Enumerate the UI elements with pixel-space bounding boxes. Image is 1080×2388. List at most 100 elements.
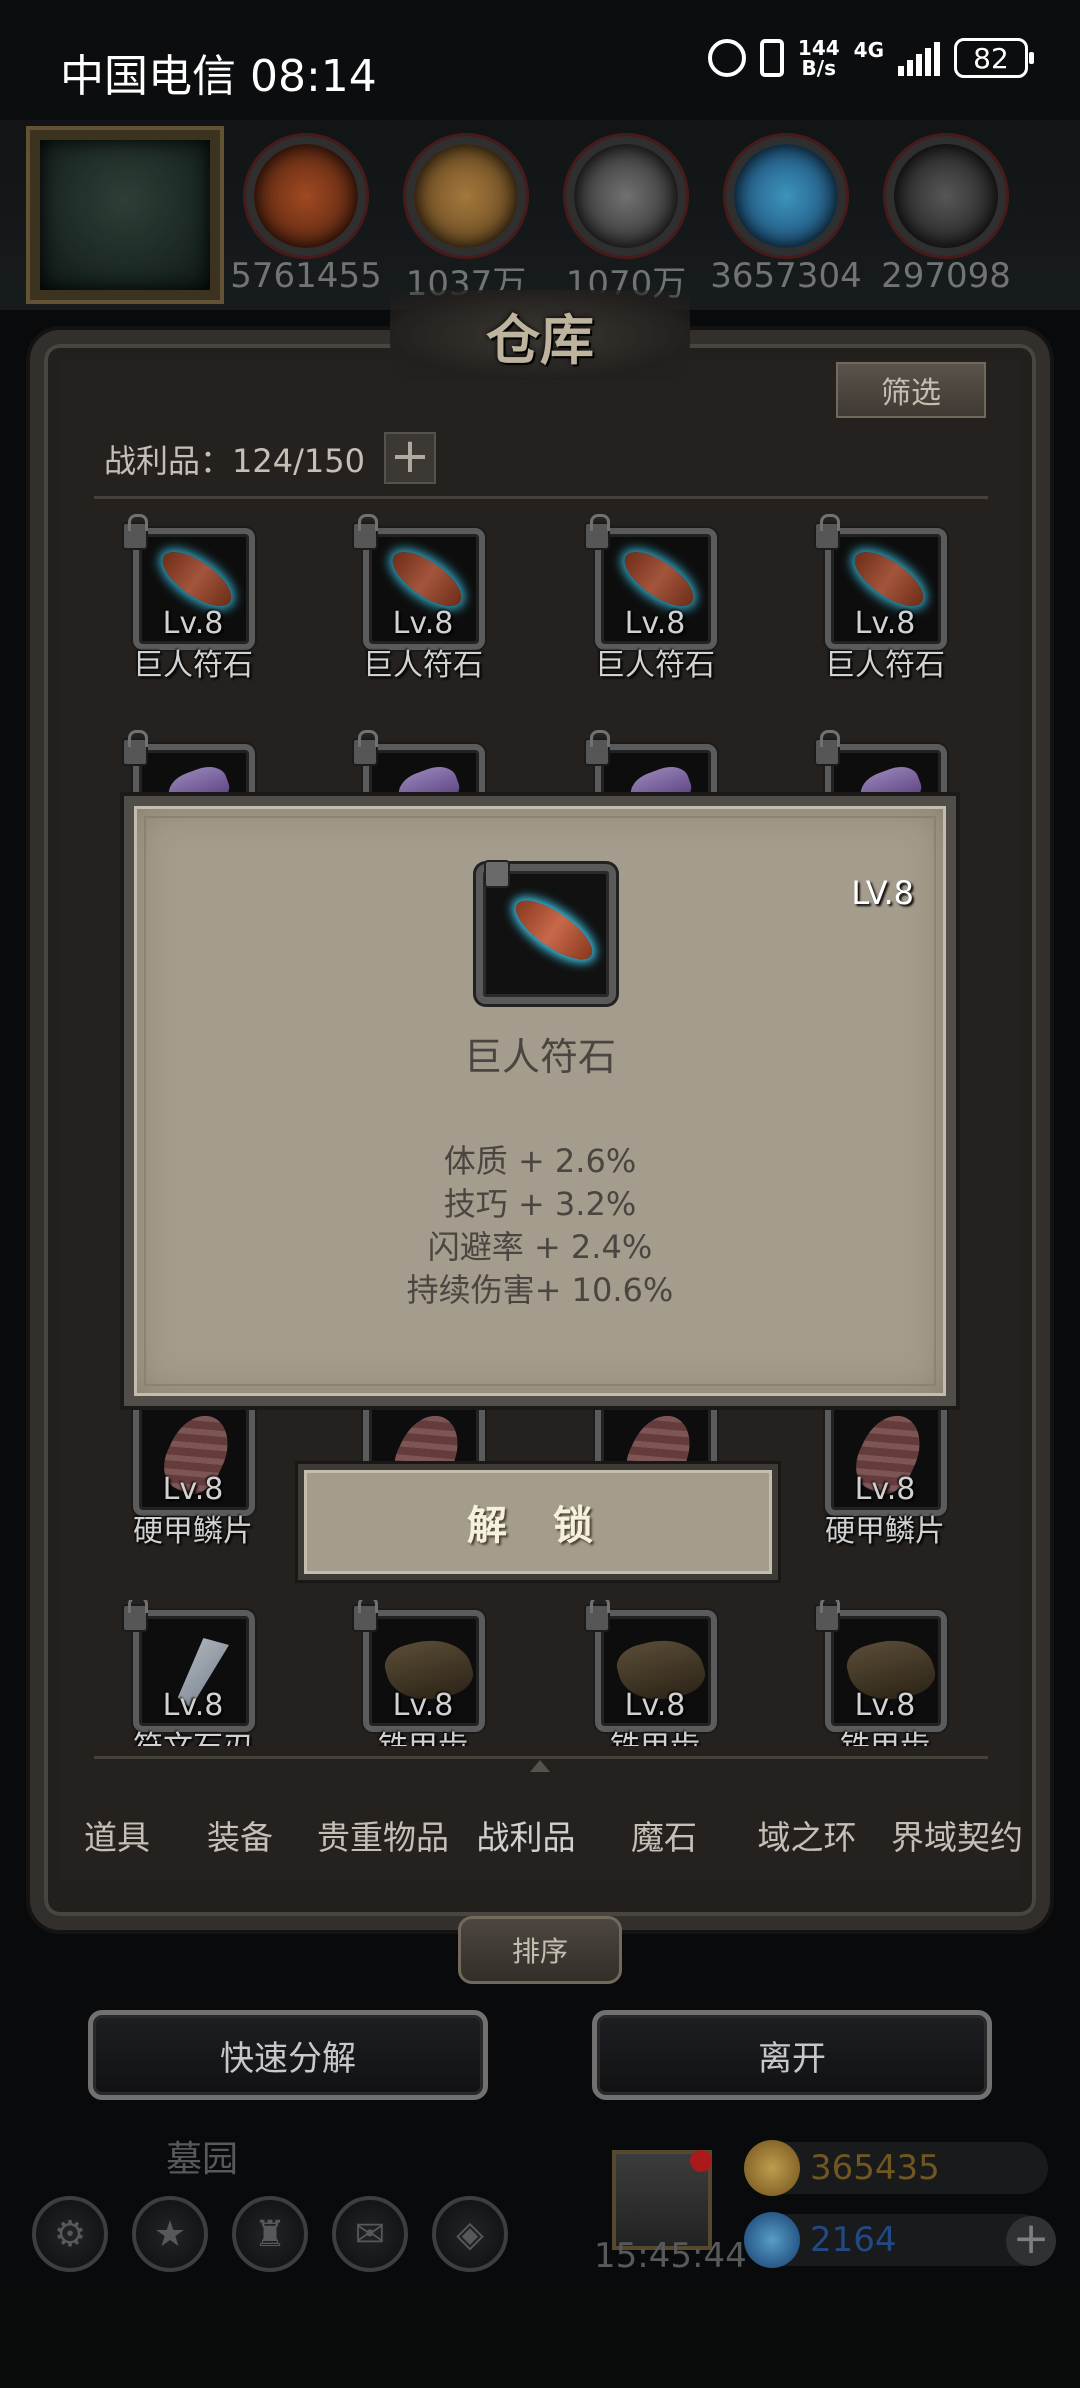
divider [94,496,988,499]
item-name: 符文石刃 [78,1722,308,1746]
resource-iron-icon[interactable] [566,136,686,256]
item-name: 巨人符石 [595,648,715,683]
item-name: 铁甲齿 [540,1722,770,1746]
player-avatar[interactable] [30,130,220,300]
resource-count: 5761455 [230,256,382,296]
lock-icon [352,1600,378,1632]
inventory-item[interactable]: Lv.8 符文石刃 [78,1600,308,1746]
loot-capacity: 战利品：124/150 [104,442,365,480]
guild-icon[interactable]: ♜ [232,2196,308,2272]
gem-amount: 2164 [810,2220,897,2260]
inventory-item[interactable]: Lv.8 巨人符石 [78,514,308,688]
tab-props[interactable]: 道具 [64,1811,170,1859]
location-label: 墓园 [166,2139,239,2180]
item-stats: 体质 + 2.6% 技巧 + 3.2% 闪避率 + 2.4% 持续伤害+ 10.… [134,1140,946,1312]
lock-icon [484,860,510,888]
popup-level: LV.8 [851,874,914,912]
mail-icon[interactable]: ✉ [332,2196,408,2272]
inventory-item[interactable]: Lv.8 铁甲齿 [770,1600,1000,1746]
unlock-button[interactable]: 解 锁 [298,1464,778,1580]
resource-ore-icon[interactable] [246,136,366,256]
item-level: Lv.8 [854,606,916,641]
star-icon[interactable]: ★ [132,2196,208,2272]
item-level: Lv.8 [162,1472,224,1507]
item-level: Lv.8 [162,606,224,641]
resource-steel-icon[interactable] [886,136,1006,256]
warehouse-tabs: 道具 装备 贵重物品 战利品 魔石 域之环 界域契约 [64,1770,1044,1900]
inventory-item[interactable]: Lv.8 巨人符石 [770,514,1000,688]
tab-loot[interactable]: 战利品 [456,1811,596,1859]
warehouse-title: 仓库 [390,290,690,380]
leave-button[interactable]: 离开 [592,2010,992,2100]
lock-icon [352,514,378,550]
tab-equipment[interactable]: 装备 [170,1811,310,1859]
resource-count: 297098 [881,256,1011,296]
battery-level: 82 [973,41,1009,75]
settings-icon[interactable]: ⚙ [32,2196,108,2272]
item-name: 铁甲齿 [770,1722,1000,1746]
inventory-item[interactable]: Lv.8 铁甲齿 [308,1600,538,1746]
carrier-time: 中国电信 08:14 [60,51,377,102]
item-detail-popup: LV.8 巨人符石 体质 + 2.6% 技巧 + 3.2% 闪避率 + 2.4%… [124,796,956,1406]
popup-item-name: 巨人符石 [463,1035,616,1079]
lock-icon [584,730,610,766]
battery-icon: 82 [954,38,1034,78]
filter-button[interactable]: 筛选 [836,362,986,418]
status-icons: 144 B/s 4G 82 [707,38,1034,78]
item-level: Lv.8 [162,1688,224,1723]
item-level: Lv.8 [392,1688,454,1723]
event-timer: 15:45:44 [594,2236,747,2276]
item-name: 硬甲鳞片 [133,1514,253,1549]
lock-icon [814,1600,840,1632]
tab-realm-contract[interactable]: 界域契约 [882,1811,1032,1859]
stat-line: 持续伤害+ 10.6% [406,1271,674,1309]
lock-icon [122,730,148,766]
notification-dot [690,2150,712,2172]
stat-line: 技巧 + 3.2% [443,1185,637,1223]
inventory-item[interactable]: Lv.8 硬甲鳞片 [770,1394,1000,1554]
lock-icon [122,1600,148,1632]
resource-crystal-icon[interactable] [726,136,846,256]
sort-button[interactable]: 排序 [458,1916,622,1984]
item-level: Lv.8 [854,1688,916,1723]
lock-icon [352,730,378,766]
add-gems-button[interactable]: + [1006,2216,1056,2266]
lock-icon [122,514,148,550]
gold-coin-icon [744,2140,800,2196]
divider [94,1756,988,1759]
item-name: 铁甲齿 [308,1722,538,1746]
item-name: 巨人符石 [825,648,945,683]
item-level: Lv.8 [392,606,454,641]
inventory-item[interactable]: Lv.8 硬甲鳞片 [78,1394,308,1554]
lock-icon [814,730,840,766]
tab-valuables[interactable]: 贵重物品 [310,1811,456,1859]
net-speed-unit: B/s [801,56,836,80]
net-speed: 144 B/s [798,38,840,78]
dice-icon[interactable]: ◈ [432,2196,508,2272]
item-row-clip: Lv.8 符文石刃 Lv.8 铁甲齿 Lv.8 铁甲齿 Lv.8 铁甲齿 [60,1600,1020,1746]
inventory-item[interactable]: Lv.8 铁甲齿 [540,1600,770,1746]
item-level: Lv.8 [854,1472,916,1507]
item-name: 巨人符石 [133,648,253,683]
inventory-item[interactable]: Lv.8 巨人符石 [308,514,538,688]
alarm-icon [707,39,746,77]
inventory-item[interactable]: Lv.8 巨人符石 [540,514,770,688]
signal-icon [898,40,940,76]
gem-icon [744,2212,800,2268]
resource-count: 3657304 [710,256,862,296]
stat-line: 闪避率 + 2.4% [427,1228,653,1266]
lock-icon [584,1600,610,1632]
tab-realm-ring[interactable]: 域之环 [732,1811,882,1859]
item-name: 硬甲鳞片 [825,1514,945,1549]
tab-magic-stone[interactable]: 魔石 [596,1811,732,1859]
item-name: 巨人符石 [363,648,483,683]
quick-decompose-button[interactable]: 快速分解 [88,2010,488,2100]
resource-wood-icon[interactable] [406,136,526,256]
lock-icon [814,514,840,550]
vibrate-icon [759,39,784,77]
lock-icon [584,514,610,550]
expand-capacity-button[interactable]: + [384,432,436,484]
network-type: 4G [853,38,884,62]
item-level: Lv.8 [624,606,686,641]
gold-amount: 365435 [810,2148,940,2188]
